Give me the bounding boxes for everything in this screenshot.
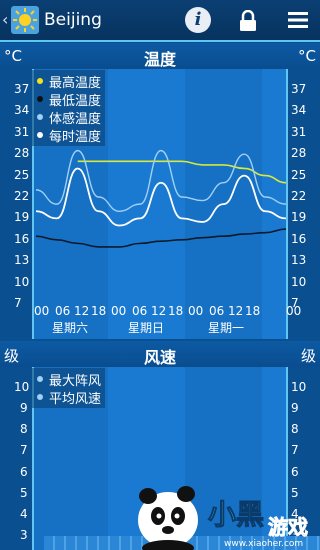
legend-item: 体感温度	[34, 108, 102, 127]
temperature-legend: 最高温度最低温度体感温度每时温度	[32, 70, 106, 146]
top-bar: ‹ Beijing i	[0, 0, 320, 42]
y-tick-label: 9	[20, 401, 28, 416]
hour-tick-label: 12	[151, 304, 167, 318]
y-tick-label: 28	[291, 146, 307, 161]
day-label: 星期六	[52, 321, 89, 335]
y-tick-label: 7	[20, 443, 28, 458]
hour-tick-label: 00	[111, 304, 127, 318]
y-tick-label: 22	[291, 189, 307, 203]
series-line	[35, 167, 287, 227]
hour-tick-label: 06	[132, 304, 148, 318]
y-tick-label: 6	[20, 464, 28, 479]
y-tick-label: 8	[291, 422, 299, 437]
temperature-unit-right: °C	[298, 47, 316, 65]
hour-tick-label: 06	[55, 304, 71, 318]
y-tick-label: 7	[14, 296, 22, 310]
y-tick-label: 19	[14, 210, 30, 225]
legend-item: 每时温度	[34, 126, 102, 145]
weather-sun-icon[interactable]	[10, 5, 40, 35]
hour-tick-label: 00	[188, 304, 204, 318]
y-tick-label: 10	[291, 274, 307, 289]
temperature-title: 温度	[143, 50, 176, 69]
legend-label: 每时温度	[49, 129, 102, 145]
y-tick-label: 28	[14, 146, 30, 161]
watermark-logo: 小黑 游戏 www.xiaoher.com	[138, 486, 308, 550]
y-tick-label: 19	[291, 210, 307, 225]
hour-tick-label: 00	[34, 304, 50, 318]
svg-text:游戏: 游戏	[268, 515, 308, 539]
hour-tick-label: 18	[168, 304, 184, 318]
y-tick-label: 37	[14, 82, 30, 96]
wind-header: 级 风速 级	[0, 341, 320, 367]
hour-tick-label: 12	[74, 304, 90, 318]
legend-dot-icon	[37, 376, 43, 382]
legend-dot-icon	[37, 78, 43, 84]
city-name[interactable]: Beijing	[44, 10, 102, 30]
y-tick-label: 4	[20, 506, 28, 521]
y-tick-label: 13	[14, 253, 30, 268]
legend-item: 最低温度	[34, 90, 102, 109]
wind-unit-right: 级	[300, 347, 316, 365]
hour-tick-label: 06	[209, 304, 225, 318]
legend-label: 最大阵风	[49, 373, 102, 389]
y-tick-label: 10	[14, 274, 30, 289]
wind-title: 风速	[143, 348, 176, 367]
temperature-header: °C 温度 °C	[0, 43, 320, 69]
legend-item: 最高温度	[34, 72, 102, 91]
legend-label: 最低温度	[49, 93, 102, 109]
y-tick-label: 31	[14, 124, 30, 139]
y-tick-label: 5	[20, 485, 28, 500]
y-tick-label: 6	[291, 464, 299, 479]
legend-label: 最高温度	[49, 75, 102, 91]
y-tick-label: 10	[291, 380, 307, 394]
svg-text:www.xiaoher.com: www.xiaoher.com	[224, 539, 303, 549]
day-label: 星期一	[208, 321, 245, 335]
hour-tick-label: 00	[286, 304, 302, 318]
legend-dot-icon	[37, 132, 43, 138]
info-button[interactable]: i	[185, 7, 211, 33]
hour-tick-label: 18	[91, 304, 107, 318]
legend-dot-icon	[37, 394, 43, 400]
y-tick-label: 25	[14, 167, 30, 182]
legend-dot-icon	[37, 114, 43, 120]
y-tick-label: 16	[291, 231, 307, 246]
series-line	[77, 160, 287, 184]
lock-icon[interactable]	[238, 10, 258, 32]
y-tick-label: 37	[291, 82, 307, 96]
menu-icon[interactable]	[288, 11, 308, 29]
legend-dot-icon	[37, 96, 43, 102]
svg-text:小黑: 小黑	[208, 498, 264, 531]
hour-tick-label: 18	[245, 304, 261, 318]
legend-label: 平均风速	[49, 391, 102, 407]
legend-item: 平均风速	[34, 388, 102, 407]
series-line	[35, 149, 287, 212]
day-label: 星期日	[128, 321, 165, 335]
y-tick-label: 10	[14, 380, 30, 394]
hour-tick-label: 12	[228, 304, 244, 318]
chevron-left-icon[interactable]: ‹	[2, 10, 8, 29]
y-tick-label: 25	[291, 167, 307, 182]
y-tick-label: 31	[291, 124, 307, 139]
y-tick-label: 34	[291, 103, 307, 118]
legend-item: 最大阵风	[34, 370, 102, 389]
y-tick-label: 7	[291, 443, 299, 458]
temperature-chart: 最高温度最低温度体感温度每时温度	[32, 69, 288, 339]
series-line	[35, 228, 287, 248]
y-tick-label: 16	[14, 231, 30, 246]
y-tick-label: 8	[20, 422, 28, 437]
y-tick-label: 9	[291, 401, 299, 416]
wind-legend: 最大阵风 平均风速	[32, 368, 106, 408]
legend-label: 体感温度	[49, 111, 102, 127]
y-tick-label: 13	[291, 253, 307, 268]
y-tick-label: 3	[20, 528, 28, 542]
y-tick-label: 22	[14, 189, 30, 203]
y-tick-label: 34	[14, 103, 30, 118]
